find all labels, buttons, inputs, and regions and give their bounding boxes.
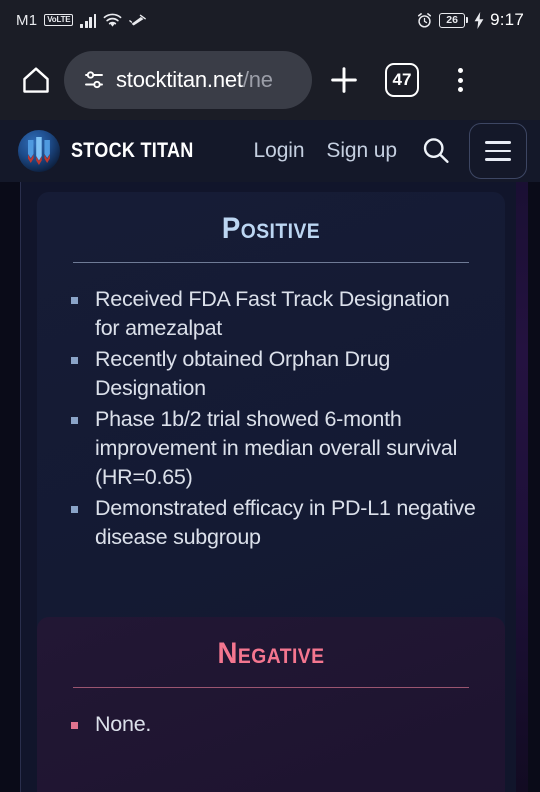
stock-titan-logo-icon[interactable] (18, 130, 60, 172)
hamburger-menu-icon (484, 141, 511, 161)
clock-time: 9:17 (490, 10, 524, 29)
search-button[interactable] (419, 134, 453, 168)
right-edge-rail (516, 182, 528, 792)
vibrate-icon (129, 13, 147, 27)
tune-sliders-icon[interactable] (82, 68, 106, 92)
charging-bolt-icon (474, 11, 484, 29)
carrier-label: M1 (16, 11, 38, 29)
login-link[interactable]: Login (254, 139, 305, 163)
tab-switcher-button[interactable]: 47 (376, 54, 428, 106)
url-domain: stocktitan.net (116, 67, 243, 92)
wifi-icon (103, 13, 122, 28)
negative-bullet-list: None. (69, 710, 477, 739)
list-item: Demonstrated efficacy in PD-L1 negative … (69, 494, 477, 552)
positive-bullet-list: Received FDA Fast Track Designation for … (69, 285, 477, 552)
url-text[interactable]: stocktitan.net/ne (116, 67, 273, 93)
positive-card-divider (73, 262, 469, 263)
header-nav: Login Sign up (254, 139, 398, 163)
signal-bars-icon (80, 13, 97, 28)
new-tab-button[interactable] (318, 54, 370, 106)
url-bar[interactable]: stocktitan.net/ne (64, 51, 312, 109)
battery-tip (466, 17, 469, 23)
tab-count-badge: 47 (385, 63, 419, 97)
content-column: Positive Received FDA Fast Track Designa… (20, 182, 528, 792)
page-content: Positive Received FDA Fast Track Designa… (0, 182, 540, 792)
list-item: Phase 1b/2 trial showed 6-month improvem… (69, 405, 477, 492)
negative-card: Negative None. (37, 617, 505, 792)
search-icon (420, 135, 452, 167)
plus-icon (327, 63, 361, 97)
alarm-clock-icon (416, 12, 433, 29)
home-button[interactable] (14, 58, 58, 102)
url-path: /ne (242, 67, 273, 92)
list-item: Received FDA Fast Track Designation for … (69, 285, 477, 343)
battery-level: 26 (439, 12, 466, 28)
brand-title: STOCK TITAN (71, 139, 194, 162)
browser-toolbar: stocktitan.net/ne 47 (0, 40, 540, 120)
browser-menu-button[interactable] (434, 54, 486, 106)
negative-card-title: Negative (217, 637, 325, 670)
home-icon (21, 65, 51, 95)
positive-card-title: Positive (221, 212, 321, 245)
phone-screen: M1 VoLTE 26 9:17 stocktitan.net/ne 47 ST… (0, 0, 540, 792)
status-bar-right: 26 9:17 (416, 10, 524, 30)
status-bar-left: M1 VoLTE (16, 11, 147, 29)
android-status-bar: M1 VoLTE 26 9:17 (0, 0, 540, 40)
signup-link[interactable]: Sign up (326, 139, 397, 163)
negative-card-divider (73, 687, 469, 688)
battery-indicator: 26 (439, 12, 469, 28)
list-item: Recently obtained Orphan Drug Designatio… (69, 345, 477, 403)
list-item: None. (69, 710, 477, 739)
volte-badge: VoLTE (44, 14, 74, 26)
three-dots-vertical-icon (457, 68, 463, 92)
hamburger-menu-button[interactable] (468, 123, 527, 179)
site-header: STOCK TITAN Login Sign up (0, 120, 540, 182)
